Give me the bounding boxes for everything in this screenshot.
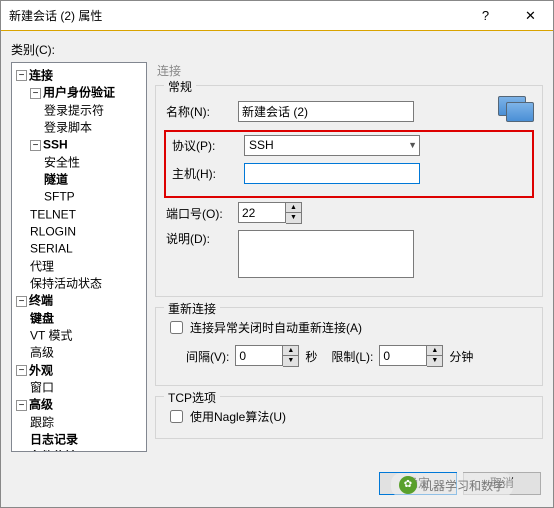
spin-down-icon[interactable]: ▼ bbox=[283, 356, 298, 366]
chevron-down-icon: ▼ bbox=[408, 140, 417, 150]
label-limit: 限制(L): bbox=[331, 348, 373, 365]
group-tcp: TCP选项 使用Nagle算法(U) bbox=[155, 396, 543, 439]
label-minutes: 分钟 bbox=[449, 348, 473, 365]
tree-telnet[interactable]: TELNET bbox=[30, 207, 76, 221]
panel-title: 连接 bbox=[157, 62, 543, 79]
chk-autoreconnect[interactable]: 连接异常关闭时自动重新连接(A) bbox=[166, 318, 532, 337]
spin-up-icon[interactable]: ▲ bbox=[286, 203, 301, 213]
group-reconnect: 重新连接 连接异常关闭时自动重新连接(A) 间隔(V): ▲▼ 秒 限制(L): bbox=[155, 307, 543, 386]
tree-logging[interactable]: 日志记录 bbox=[30, 432, 78, 446]
tree-sftp[interactable]: SFTP bbox=[44, 190, 75, 204]
group-general: 常规 名称(N): 协议(P): SSH bbox=[155, 85, 543, 297]
select-protocol[interactable]: SSH ▼ bbox=[244, 135, 420, 156]
tree-trace[interactable]: 跟踪 bbox=[30, 415, 54, 429]
label-port: 端口号(O): bbox=[166, 205, 238, 222]
tree-keyboard[interactable]: 键盘 bbox=[30, 311, 54, 325]
input-desc[interactable] bbox=[238, 230, 414, 278]
tree-userauth[interactable]: 用户身份验证 bbox=[43, 86, 115, 100]
spin-up-icon[interactable]: ▲ bbox=[427, 346, 442, 356]
tree-windowappr[interactable]: 窗口 bbox=[30, 380, 54, 394]
legend-general: 常规 bbox=[164, 78, 196, 95]
tree-security[interactable]: 安全性 bbox=[44, 155, 80, 169]
titlebar: 新建会话 (2) 属性 ? ✕ bbox=[1, 1, 553, 31]
input-limit[interactable] bbox=[379, 345, 427, 366]
spin-down-icon[interactable]: ▼ bbox=[286, 213, 301, 223]
label-interval: 间隔(V): bbox=[186, 348, 229, 365]
dialog-window: 新建会话 (2) 属性 ? ✕ 类别(C): −连接 −用户身份验证 登录提示符… bbox=[0, 0, 554, 508]
watermark-icon: ✿ bbox=[399, 476, 417, 494]
input-host[interactable] bbox=[244, 163, 420, 184]
window-title: 新建会话 (2) 属性 bbox=[1, 1, 463, 30]
watermark-text: 机器学习和数学 bbox=[421, 477, 505, 494]
tree-keepalive[interactable]: 保持活动状态 bbox=[30, 276, 102, 290]
expand-icon[interactable]: − bbox=[16, 70, 27, 81]
close-button[interactable]: ✕ bbox=[508, 1, 553, 30]
spin-port[interactable]: ▲▼ bbox=[238, 202, 302, 224]
tree-ssh[interactable]: SSH bbox=[43, 138, 68, 152]
tree-vtmode[interactable]: VT 模式 bbox=[30, 328, 72, 342]
label-nagle: 使用Nagle算法(U) bbox=[190, 408, 286, 425]
tree-connection[interactable]: 连接 bbox=[29, 68, 53, 82]
spin-down-icon[interactable]: ▼ bbox=[427, 356, 442, 366]
tree-appearance[interactable]: 外观 bbox=[29, 363, 53, 377]
tree-filetransfer[interactable]: 文件传输 bbox=[29, 450, 77, 452]
tree-advanced[interactable]: 高级 bbox=[29, 398, 53, 412]
tree-serial[interactable]: SERIAL bbox=[30, 242, 73, 256]
watermark: ✿ 机器学习和数学 bbox=[391, 473, 513, 497]
checkbox-nagle[interactable] bbox=[170, 410, 183, 423]
spin-interval[interactable]: ▲▼ bbox=[235, 345, 299, 367]
tree-tunnel[interactable]: 隧道 bbox=[44, 172, 68, 186]
checkbox-autoreconnect[interactable] bbox=[170, 321, 183, 334]
tree-rlogin[interactable]: RLOGIN bbox=[30, 224, 76, 238]
label-desc: 说明(D): bbox=[166, 230, 238, 247]
legend-tcp: TCP选项 bbox=[164, 389, 220, 406]
expand-icon[interactable]: − bbox=[16, 296, 27, 307]
tree-loginscript[interactable]: 登录脚本 bbox=[44, 120, 92, 134]
label-seconds: 秒 bbox=[305, 348, 317, 365]
tree-loginprompt[interactable]: 登录提示符 bbox=[44, 103, 104, 117]
label-autoreconnect: 连接异常关闭时自动重新连接(A) bbox=[190, 319, 362, 336]
category-label: 类别(C): bbox=[11, 41, 543, 58]
help-button[interactable]: ? bbox=[463, 1, 508, 30]
input-name[interactable] bbox=[238, 101, 414, 122]
select-protocol-value: SSH bbox=[249, 138, 274, 152]
input-port[interactable] bbox=[238, 202, 286, 223]
chk-nagle[interactable]: 使用Nagle算法(U) bbox=[166, 407, 532, 426]
tree-advancedterm[interactable]: 高级 bbox=[30, 346, 54, 360]
legend-reconnect: 重新连接 bbox=[164, 300, 220, 317]
tree-proxy[interactable]: 代理 bbox=[30, 259, 54, 273]
spin-up-icon[interactable]: ▲ bbox=[283, 346, 298, 356]
label-protocol: 协议(P): bbox=[172, 137, 244, 154]
expand-icon[interactable]: − bbox=[30, 88, 41, 99]
tree-terminal[interactable]: 终端 bbox=[29, 294, 53, 308]
expand-icon[interactable]: − bbox=[16, 400, 27, 411]
expand-icon[interactable]: − bbox=[30, 140, 41, 151]
label-host: 主机(H): bbox=[172, 165, 244, 182]
category-tree[interactable]: −连接 −用户身份验证 登录提示符 登录脚本 −SSH 安全性 bbox=[11, 62, 147, 452]
highlight-box: 协议(P): SSH ▼ 主机(H): bbox=[164, 130, 534, 198]
connection-icon bbox=[498, 96, 532, 126]
spin-limit[interactable]: ▲▼ bbox=[379, 345, 443, 367]
label-name: 名称(N): bbox=[166, 103, 238, 120]
expand-icon[interactable]: − bbox=[16, 365, 27, 376]
input-interval[interactable] bbox=[235, 345, 283, 366]
